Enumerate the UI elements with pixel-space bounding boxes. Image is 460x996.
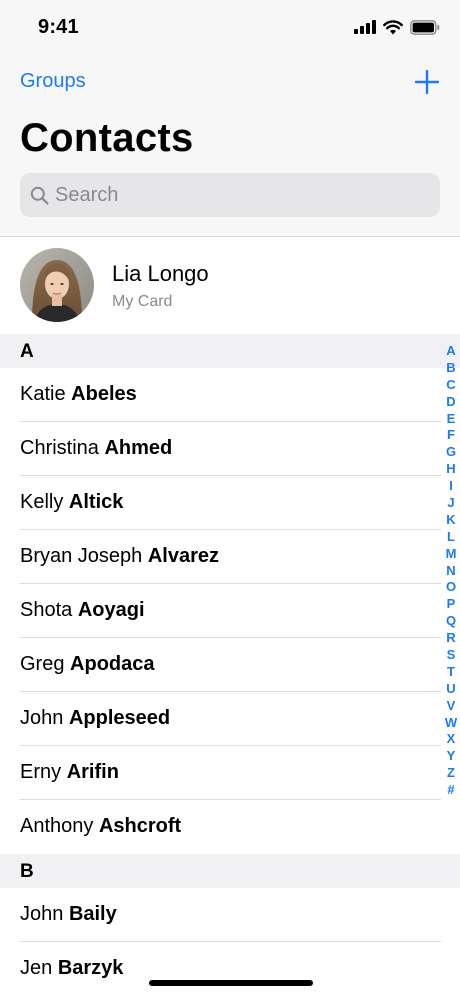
index-letter-r[interactable]: R bbox=[446, 630, 455, 647]
section-letter: A bbox=[20, 341, 34, 362]
contact-name: Greg Apodaca bbox=[20, 653, 155, 676]
index-letter-e[interactable]: E bbox=[447, 411, 456, 428]
contact-first-name: Katie bbox=[20, 383, 66, 405]
contact-last-name: Abeles bbox=[71, 383, 137, 405]
contact-row[interactable]: Shota Aoyagi bbox=[0, 584, 460, 638]
contact-last-name: Apodaca bbox=[70, 653, 155, 675]
index-letter-hash[interactable]: # bbox=[447, 782, 454, 799]
index-letter-u[interactable]: U bbox=[446, 681, 455, 698]
contact-first-name: Christina bbox=[20, 437, 99, 459]
add-contact-button[interactable] bbox=[412, 64, 442, 100]
avatar bbox=[20, 248, 94, 322]
cellular-signal-icon bbox=[354, 20, 376, 34]
index-letter-l[interactable]: L bbox=[447, 529, 455, 546]
contact-name: Erny Arifin bbox=[20, 761, 119, 784]
index-letter-k[interactable]: K bbox=[446, 512, 455, 529]
my-card[interactable]: Lia Longo My Card bbox=[0, 237, 460, 333]
section-letter: B bbox=[20, 861, 34, 882]
contact-row[interactable]: Christina Ahmed bbox=[0, 422, 460, 476]
index-letter-p[interactable]: P bbox=[447, 596, 456, 613]
index-letter-d[interactable]: D bbox=[446, 394, 455, 411]
index-letter-s[interactable]: S bbox=[447, 647, 456, 664]
contact-name: Katie Abeles bbox=[20, 383, 137, 406]
search-icon bbox=[29, 185, 49, 205]
contact-first-name: Bryan Joseph bbox=[20, 545, 143, 567]
contact-last-name: Alvarez bbox=[147, 545, 220, 567]
contact-last-name: Altick bbox=[68, 491, 124, 513]
status-icons bbox=[354, 18, 440, 36]
contact-row[interactable]: John Appleseed bbox=[0, 692, 460, 746]
contact-first-name: John bbox=[20, 903, 64, 925]
contact-name: Jen Barzyk bbox=[20, 957, 123, 980]
index-letter-n[interactable]: N bbox=[446, 563, 455, 580]
contact-row[interactable]: Kelly Altick bbox=[0, 476, 460, 530]
index-letter-m[interactable]: M bbox=[446, 546, 457, 563]
contact-name: Shota Aoyagi bbox=[20, 599, 145, 622]
index-letter-x[interactable]: X bbox=[447, 731, 456, 748]
index-letter-b[interactable]: B bbox=[446, 360, 455, 377]
home-indicator[interactable] bbox=[149, 980, 313, 986]
status-bar: 9:41 bbox=[0, 0, 460, 56]
index-letter-g[interactable]: G bbox=[446, 444, 456, 461]
index-letter-h[interactable]: H bbox=[446, 461, 455, 478]
section-header-b: B bbox=[0, 854, 460, 888]
index-letter-t[interactable]: T bbox=[447, 664, 455, 681]
contact-name: Kelly Altick bbox=[20, 491, 123, 514]
index-letter-a[interactable]: A bbox=[446, 343, 455, 360]
contact-first-name: John bbox=[20, 707, 64, 729]
contact-last-name: Barzyk bbox=[57, 957, 124, 979]
page-title: Contacts bbox=[20, 116, 194, 160]
index-letter-q[interactable]: Q bbox=[446, 613, 456, 630]
contact-first-name: Jen bbox=[20, 957, 53, 979]
groups-button[interactable]: Groups bbox=[20, 70, 86, 93]
search-bar[interactable] bbox=[20, 173, 440, 217]
index-letter-c[interactable]: C bbox=[446, 377, 455, 394]
search-input[interactable] bbox=[55, 175, 425, 215]
my-card-name: Lia Longo bbox=[112, 261, 209, 286]
index-letter-v[interactable]: V bbox=[447, 698, 456, 715]
contact-last-name: Ahmed bbox=[104, 437, 173, 459]
contact-last-name: Baily bbox=[68, 903, 117, 925]
contact-first-name: Shota bbox=[20, 599, 73, 621]
index-letter-w[interactable]: W bbox=[445, 715, 457, 732]
contact-row[interactable]: Katie Abeles bbox=[0, 368, 460, 422]
index-letter-i[interactable]: I bbox=[449, 478, 453, 495]
contact-last-name: Appleseed bbox=[68, 707, 171, 729]
contact-last-name: Aoyagi bbox=[77, 599, 145, 621]
contact-first-name: Erny bbox=[20, 761, 62, 783]
contact-last-name: Ashcroft bbox=[98, 815, 182, 837]
contact-row[interactable]: John Baily bbox=[0, 888, 460, 942]
contact-name: John Baily bbox=[20, 903, 117, 926]
contact-first-name: Anthony bbox=[20, 815, 94, 837]
contact-row[interactable]: Greg Apodaca bbox=[0, 638, 460, 692]
index-letter-f[interactable]: F bbox=[447, 427, 455, 444]
index-letter-o[interactable]: O bbox=[446, 579, 456, 596]
index-letter-z[interactable]: Z bbox=[447, 765, 455, 782]
section-index-bar[interactable]: A B C D E F G H I J K L M N O P Q R S T … bbox=[440, 343, 460, 799]
status-time: 9:41 bbox=[38, 16, 79, 38]
contact-name: Bryan Joseph Alvarez bbox=[20, 545, 219, 568]
contact-row[interactable]: Anthony Ashcroft bbox=[0, 800, 460, 854]
contact-name: John Appleseed bbox=[20, 707, 170, 730]
index-letter-y[interactable]: Y bbox=[447, 748, 456, 765]
contact-name: Christina Ahmed bbox=[20, 437, 172, 460]
contact-first-name: Greg bbox=[20, 653, 65, 675]
contact-name: Anthony Ashcroft bbox=[20, 815, 181, 838]
battery-icon bbox=[410, 19, 440, 35]
index-letter-j[interactable]: J bbox=[447, 495, 454, 512]
contact-row[interactable]: Jen Barzyk bbox=[0, 942, 460, 996]
contact-first-name: Kelly bbox=[20, 491, 64, 513]
contact-last-name: Arifin bbox=[66, 761, 119, 783]
navigation-header: Groups Contacts bbox=[0, 56, 460, 237]
contact-row[interactable]: Erny Arifin bbox=[0, 746, 460, 800]
my-card-subtitle: My Card bbox=[112, 293, 173, 310]
plus-icon bbox=[415, 70, 439, 94]
contact-row[interactable]: Bryan Joseph Alvarez bbox=[0, 530, 460, 584]
section-header-a: A bbox=[0, 334, 460, 368]
wifi-icon bbox=[383, 19, 403, 34]
